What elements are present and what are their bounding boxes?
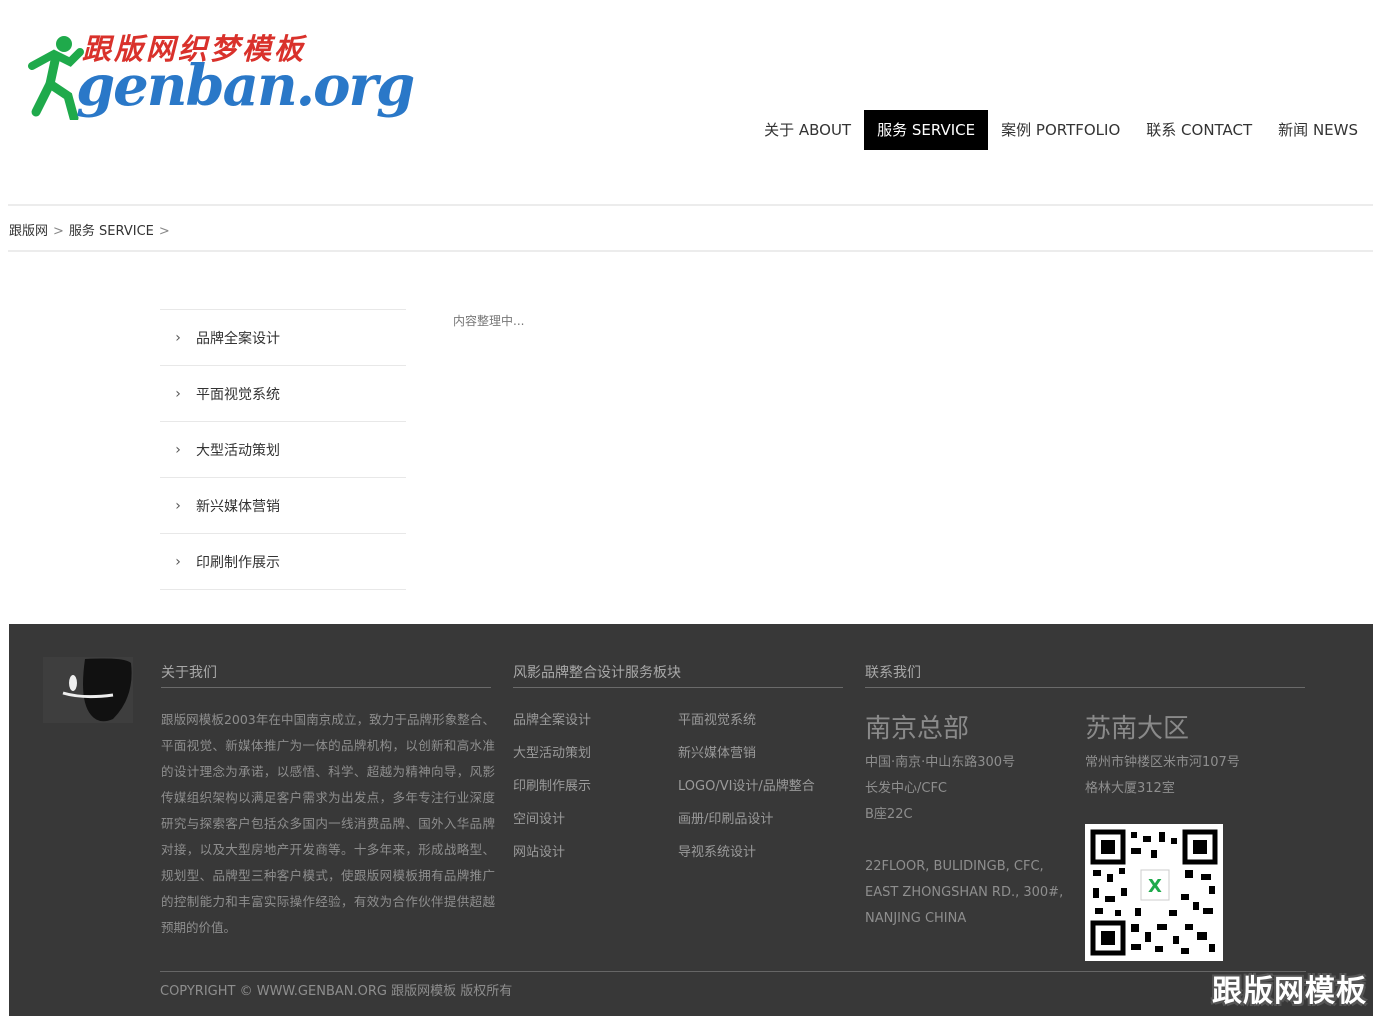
breadcrumb-separator: > xyxy=(158,224,170,239)
sidebar-item-event-planning[interactable]: › 大型活动策划 xyxy=(160,422,406,478)
footer-avatar xyxy=(43,657,133,723)
sidebar-item-brand-design[interactable]: › 品牌全案设计 xyxy=(160,310,406,366)
footer-service-link[interactable]: 空间设计 xyxy=(513,808,565,827)
nav-news[interactable]: 新闻 NEWS xyxy=(1265,110,1371,150)
address-line: 格林大厦312室 xyxy=(1085,781,1175,796)
address-line: EAST ZHONGSHAN RD., 300#, xyxy=(865,885,1064,900)
header-divider xyxy=(8,204,1373,206)
footer-contact-title: 联系我们 xyxy=(865,662,1305,688)
chevron-right-icon: › xyxy=(175,441,181,458)
address-line: 长发中心/CFC xyxy=(865,781,948,796)
chevron-right-icon: › xyxy=(175,553,181,570)
footer-service-link[interactable]: 平面视觉系统 xyxy=(678,709,756,728)
svg-text:X: X xyxy=(1148,876,1162,897)
chevron-right-icon: › xyxy=(175,497,181,514)
footer-divider xyxy=(160,971,1306,972)
office-nanjing-title: 南京总部 xyxy=(865,714,970,744)
logo-english-text: genban.org xyxy=(76,53,415,119)
sidebar-item-label: 平面视觉系统 xyxy=(196,386,280,403)
site-header: 跟版网织梦模板 genban.org 关于 ABOUT 服务 SERVICE 案… xyxy=(0,0,1381,205)
sidebar-item-label: 新兴媒体营销 xyxy=(196,498,280,515)
sidebar-item-label: 大型活动策划 xyxy=(196,442,280,459)
breadcrumb-current[interactable]: 服务 SERVICE xyxy=(69,224,154,239)
running-man-icon xyxy=(28,36,84,120)
breadcrumb: 跟版网 > 服务 SERVICE > xyxy=(9,220,175,239)
sidebar-item-label: 印刷制作展示 xyxy=(196,554,280,571)
office-nanjing-address: 中国·南京·中山东路300号 长发中心/CFC B座22C xyxy=(865,750,1015,828)
nav-service[interactable]: 服务 SERVICE xyxy=(864,110,989,150)
address-line: 22FLOOR, BULIDINGB, CFC, xyxy=(865,859,1044,874)
copyright-text: COPYRIGHT © WWW.GENBAN.ORG 跟版网模板 版权所有 xyxy=(160,984,513,999)
sidebar-item-printing[interactable]: › 印刷制作展示 xyxy=(160,534,406,590)
chevron-right-icon: › xyxy=(175,385,181,402)
sidebar-item-new-media[interactable]: › 新兴媒体营销 xyxy=(160,478,406,534)
nav-portfolio[interactable]: 案例 PORTFOLIO xyxy=(988,110,1133,150)
nav-contact[interactable]: 联系 CONTACT xyxy=(1133,110,1265,150)
sidebar-item-label: 品牌全案设计 xyxy=(196,330,280,347)
footer-service-link[interactable]: 印刷制作展示 xyxy=(513,775,591,794)
footer-service-link[interactable]: 网站设计 xyxy=(513,841,565,860)
footer-service-link[interactable]: LOGO/VI设计/品牌整合 xyxy=(678,775,815,794)
address-line: 中国·南京·中山东路300号 xyxy=(865,755,1016,770)
breadcrumb-divider xyxy=(8,250,1373,252)
footer-service-link[interactable]: 导视系统设计 xyxy=(678,841,756,860)
footer-service-link[interactable]: 新兴媒体营销 xyxy=(678,742,756,761)
office-nanjing-address-en: 22FLOOR, BULIDINGB, CFC, EAST ZHONGSHAN … xyxy=(865,854,1063,932)
sidebar-item-visual-system[interactable]: › 平面视觉系统 xyxy=(160,366,406,422)
office-sunan-title: 苏南大区 xyxy=(1085,714,1190,744)
nav-about[interactable]: 关于 ABOUT xyxy=(751,110,864,150)
footer-services-title: 风影品牌整合设计服务板块 xyxy=(513,662,843,688)
site-footer: 关于我们 跟版网模板2003年在中国南京成立，致力于品牌形象整合、平面视觉、新媒… xyxy=(9,624,1373,1016)
footer-service-link[interactable]: 画册/印刷品设计 xyxy=(678,808,773,827)
address-line: B座22C xyxy=(865,807,913,822)
address-line: 常州市钟楼区米市河107号 xyxy=(1085,755,1240,770)
mask-logo-icon xyxy=(62,658,132,722)
main-nav: 关于 ABOUT 服务 SERVICE 案例 PORTFOLIO 联系 CONT… xyxy=(751,110,1371,150)
footer-about-title: 关于我们 xyxy=(161,662,491,688)
qr-code-icon: X xyxy=(1085,824,1223,961)
content-placeholder: 内容整理中... xyxy=(453,314,525,328)
service-sidebar: › 品牌全案设计 › 平面视觉系统 › 大型活动策划 › 新兴媒体营销 › 印刷… xyxy=(160,309,406,590)
site-logo[interactable]: 跟版网织梦模板 genban.org xyxy=(24,26,415,122)
chevron-right-icon: › xyxy=(175,329,181,346)
footer-service-link[interactable]: 大型活动策划 xyxy=(513,742,591,761)
footer-service-link[interactable]: 品牌全案设计 xyxy=(513,709,591,728)
breadcrumb-home[interactable]: 跟版网 xyxy=(9,224,48,239)
office-sunan-address: 常州市钟楼区米市河107号 格林大厦312室 xyxy=(1085,750,1240,802)
watermark-text: 跟版网模板 xyxy=(1212,974,1367,1009)
footer-about-text: 跟版网模板2003年在中国南京成立，致力于品牌形象整合、平面视觉、新媒体推广为一… xyxy=(161,712,495,935)
breadcrumb-separator: > xyxy=(53,224,64,239)
address-line: NANJING CHINA xyxy=(865,911,967,926)
